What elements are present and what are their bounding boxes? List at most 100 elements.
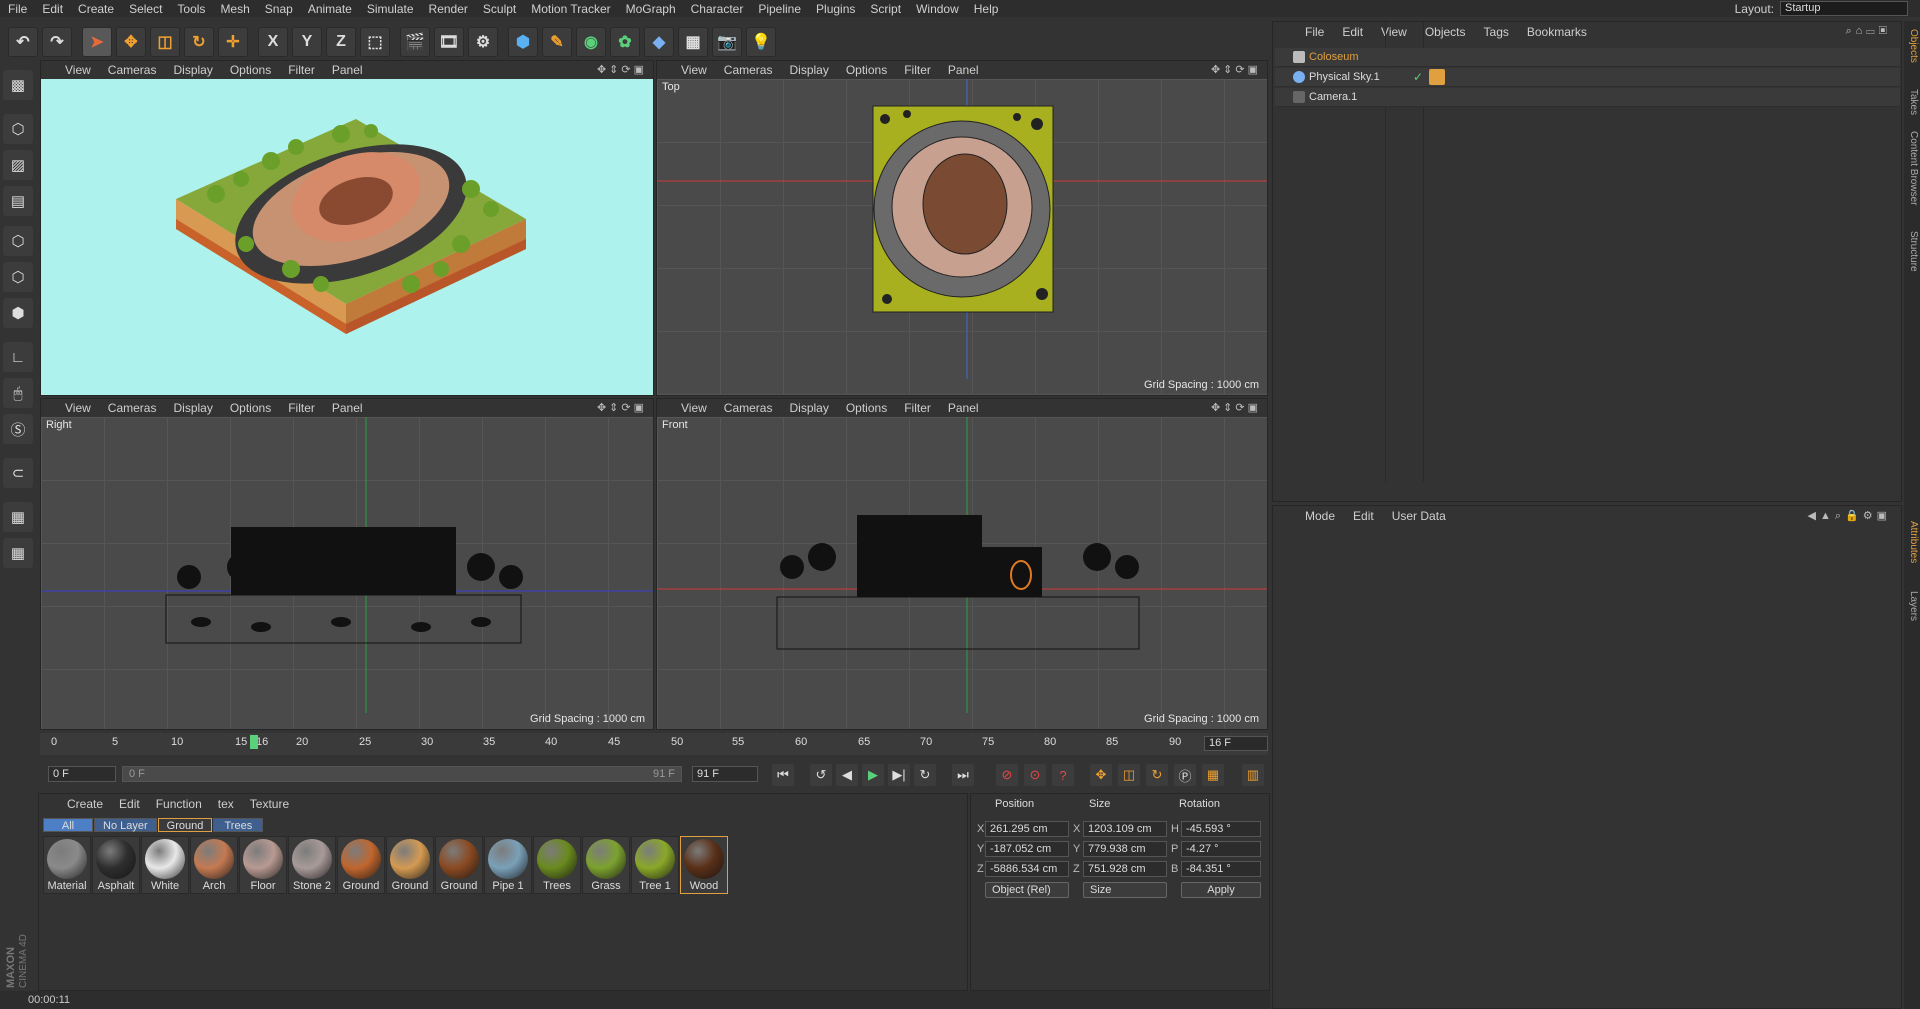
model-mode-icon[interactable]: ⬡ — [3, 114, 33, 144]
attr-menu-edit[interactable]: Edit — [1353, 509, 1374, 523]
edges-mode-icon[interactable]: ⬡ — [3, 262, 33, 292]
object-row[interactable]: Coloseum — [1275, 48, 1900, 67]
key-pla-icon[interactable]: ▦ — [1202, 764, 1224, 786]
polygons-mode-icon[interactable]: ⬢ — [3, 298, 33, 328]
obj-menu-bookmarks[interactable]: Bookmarks — [1527, 25, 1587, 39]
vp-menu-display[interactable]: Display — [173, 63, 212, 77]
viewport-nav-icons[interactable]: ✥⇕⟳▣ — [1211, 63, 1261, 76]
render-view-icon[interactable]: 🎬 — [400, 26, 430, 57]
vp-menu-view[interactable]: View — [65, 401, 91, 415]
vp-menu-cameras[interactable]: Cameras — [108, 401, 157, 415]
enabled-check-icon[interactable]: ✓ — [1413, 70, 1423, 84]
timeline-ruler[interactable]: 0 5 10 15 16 20 25 30 35 40 45 50 55 60 … — [40, 733, 1268, 755]
size-mode-dropdown[interactable]: Size — [1083, 882, 1167, 898]
vp-menu-filter[interactable]: Filter — [904, 63, 931, 77]
menu-mesh[interactable]: Mesh — [220, 2, 249, 16]
menu-file[interactable]: File — [8, 2, 27, 16]
vp-menu-filter[interactable]: Filter — [904, 401, 931, 415]
menu-help[interactable]: Help — [974, 2, 999, 16]
menu-motion-tracker[interactable]: Motion Tracker — [531, 2, 610, 16]
vp-menu-options[interactable]: Options — [230, 63, 271, 77]
material-swatch[interactable]: Tree 1 — [631, 836, 679, 894]
material-swatch[interactable]: Grass — [582, 836, 630, 894]
move-icon[interactable]: ✥ — [116, 26, 146, 57]
menu-select[interactable]: Select — [129, 2, 162, 16]
menu-simulate[interactable]: Simulate — [367, 2, 414, 16]
floor-icon[interactable]: ▦ — [678, 26, 708, 57]
coordinate-system-icon[interactable]: ⬚ — [360, 26, 390, 57]
make-editable-icon[interactable]: ▩ — [3, 70, 33, 100]
menu-sculpt[interactable]: Sculpt — [483, 2, 516, 16]
vp-menu-cameras[interactable]: Cameras — [108, 63, 157, 77]
render-settings-icon[interactable]: ⚙ — [468, 26, 498, 57]
key-scale-icon[interactable]: ◫ — [1118, 764, 1140, 786]
key-parameter-icon[interactable]: Ⓟ — [1174, 764, 1196, 786]
preview-range-slider[interactable]: 0 F 91 F — [122, 766, 682, 782]
vp-menu-options[interactable]: Options — [230, 401, 271, 415]
current-frame-field[interactable]: 16 F — [1204, 736, 1268, 751]
viewport-nav-icons[interactable]: ✥⇕⟳▣ — [597, 401, 647, 414]
vp-menu-display[interactable]: Display — [789, 401, 828, 415]
menu-render[interactable]: Render — [429, 2, 468, 16]
viewport-nav-icons[interactable]: ✥⇕⟳▣ — [597, 63, 647, 76]
mat-menu-function[interactable]: Function — [156, 797, 202, 811]
viewport-perspective[interactable]: View Cameras Display Options Filter Pane… — [40, 60, 654, 396]
material-swatch[interactable]: Arch — [190, 836, 238, 894]
tab-structure[interactable]: Structure — [1905, 231, 1919, 272]
record-keys-icon[interactable]: ⊘ — [996, 764, 1018, 786]
vp-menu-options[interactable]: Options — [846, 401, 887, 415]
attr-menu-user-data[interactable]: User Data — [1392, 509, 1446, 523]
material-swatch[interactable]: Ground — [337, 836, 385, 894]
menu-plugins[interactable]: Plugins — [816, 2, 855, 16]
menu-mograph[interactable]: MoGraph — [626, 2, 676, 16]
subdivision-icon[interactable]: ◉ — [576, 26, 606, 57]
object-manager-icons[interactable]: ⌕⌂▭▣ — [1845, 25, 1891, 38]
material-swatch[interactable]: Ground — [386, 836, 434, 894]
object-row[interactable]: Physical Sky.1 ✓ — [1275, 68, 1900, 87]
rotation-p-field[interactable]: -4.27 ° — [1181, 841, 1261, 857]
mat-menu-edit[interactable]: Edit — [119, 797, 140, 811]
material-swatch[interactable]: Wood — [680, 836, 728, 894]
obj-menu-objects[interactable]: Objects — [1425, 25, 1466, 39]
keyframe-selection-icon[interactable]: ? — [1052, 764, 1074, 786]
workplane-lock-icon[interactable]: ▦ — [3, 502, 33, 532]
rotate-icon[interactable]: ↻ — [184, 26, 214, 57]
snap-magnet-icon[interactable]: ⊂ — [3, 458, 33, 488]
position-z-field[interactable]: -5886.534 cm — [985, 861, 1069, 877]
layer-tab-no-layer[interactable]: No Layer — [94, 818, 157, 832]
tab-objects[interactable]: Objects — [1905, 29, 1919, 63]
next-key-icon[interactable]: ↻ — [914, 764, 936, 786]
key-rotation-icon[interactable]: ↻ — [1146, 764, 1168, 786]
tab-layers[interactable]: Layers — [1905, 591, 1919, 621]
viewport-top[interactable]: View Cameras Display Options Filter Pane… — [656, 60, 1268, 396]
y-axis-button[interactable]: Y — [292, 26, 322, 57]
vp-menu-cameras[interactable]: Cameras — [724, 63, 773, 77]
planar-workplane-icon[interactable]: ▦ — [3, 538, 33, 568]
menu-animate[interactable]: Animate — [308, 2, 352, 16]
menu-pipeline[interactable]: Pipeline — [758, 2, 801, 16]
cloner-icon[interactable]: ✿ — [610, 26, 640, 57]
vp-menu-view[interactable]: View — [681, 401, 707, 415]
obj-menu-edit[interactable]: Edit — [1342, 25, 1363, 39]
coordinate-mode-dropdown[interactable]: Object (Rel) — [985, 882, 1069, 898]
size-z-field[interactable]: 751.928 cm — [1083, 861, 1167, 877]
position-x-field[interactable]: 261.295 cm — [985, 821, 1069, 837]
go-to-start-icon[interactable]: ⏮ — [772, 764, 794, 786]
vp-menu-filter[interactable]: Filter — [288, 401, 315, 415]
scale-icon[interactable]: ◫ — [150, 26, 180, 57]
prev-frame-icon[interactable]: ◀ — [836, 764, 858, 786]
mat-menu-create[interactable]: Create — [67, 797, 103, 811]
menu-script[interactable]: Script — [870, 2, 901, 16]
points-mode-icon[interactable]: ⬡ — [3, 226, 33, 256]
layer-tab-ground[interactable]: Ground — [157, 818, 213, 832]
cube-primitive-icon[interactable]: ⬢ — [508, 26, 538, 57]
select-arrow-icon[interactable]: ➤ — [82, 26, 112, 57]
next-frame-icon[interactable]: ▶| — [888, 764, 910, 786]
vp-menu-panel[interactable]: Panel — [948, 63, 979, 77]
tab-content-browser[interactable]: Content Browser — [1905, 131, 1919, 205]
material-swatch[interactable]: Stone 2 — [288, 836, 336, 894]
mat-menu-tex[interactable]: tex — [218, 797, 234, 811]
vp-menu-options[interactable]: Options — [846, 63, 887, 77]
render-picture-viewer-icon[interactable]: 🎞 — [434, 26, 464, 57]
tab-attributes[interactable]: Attributes — [1905, 521, 1919, 563]
